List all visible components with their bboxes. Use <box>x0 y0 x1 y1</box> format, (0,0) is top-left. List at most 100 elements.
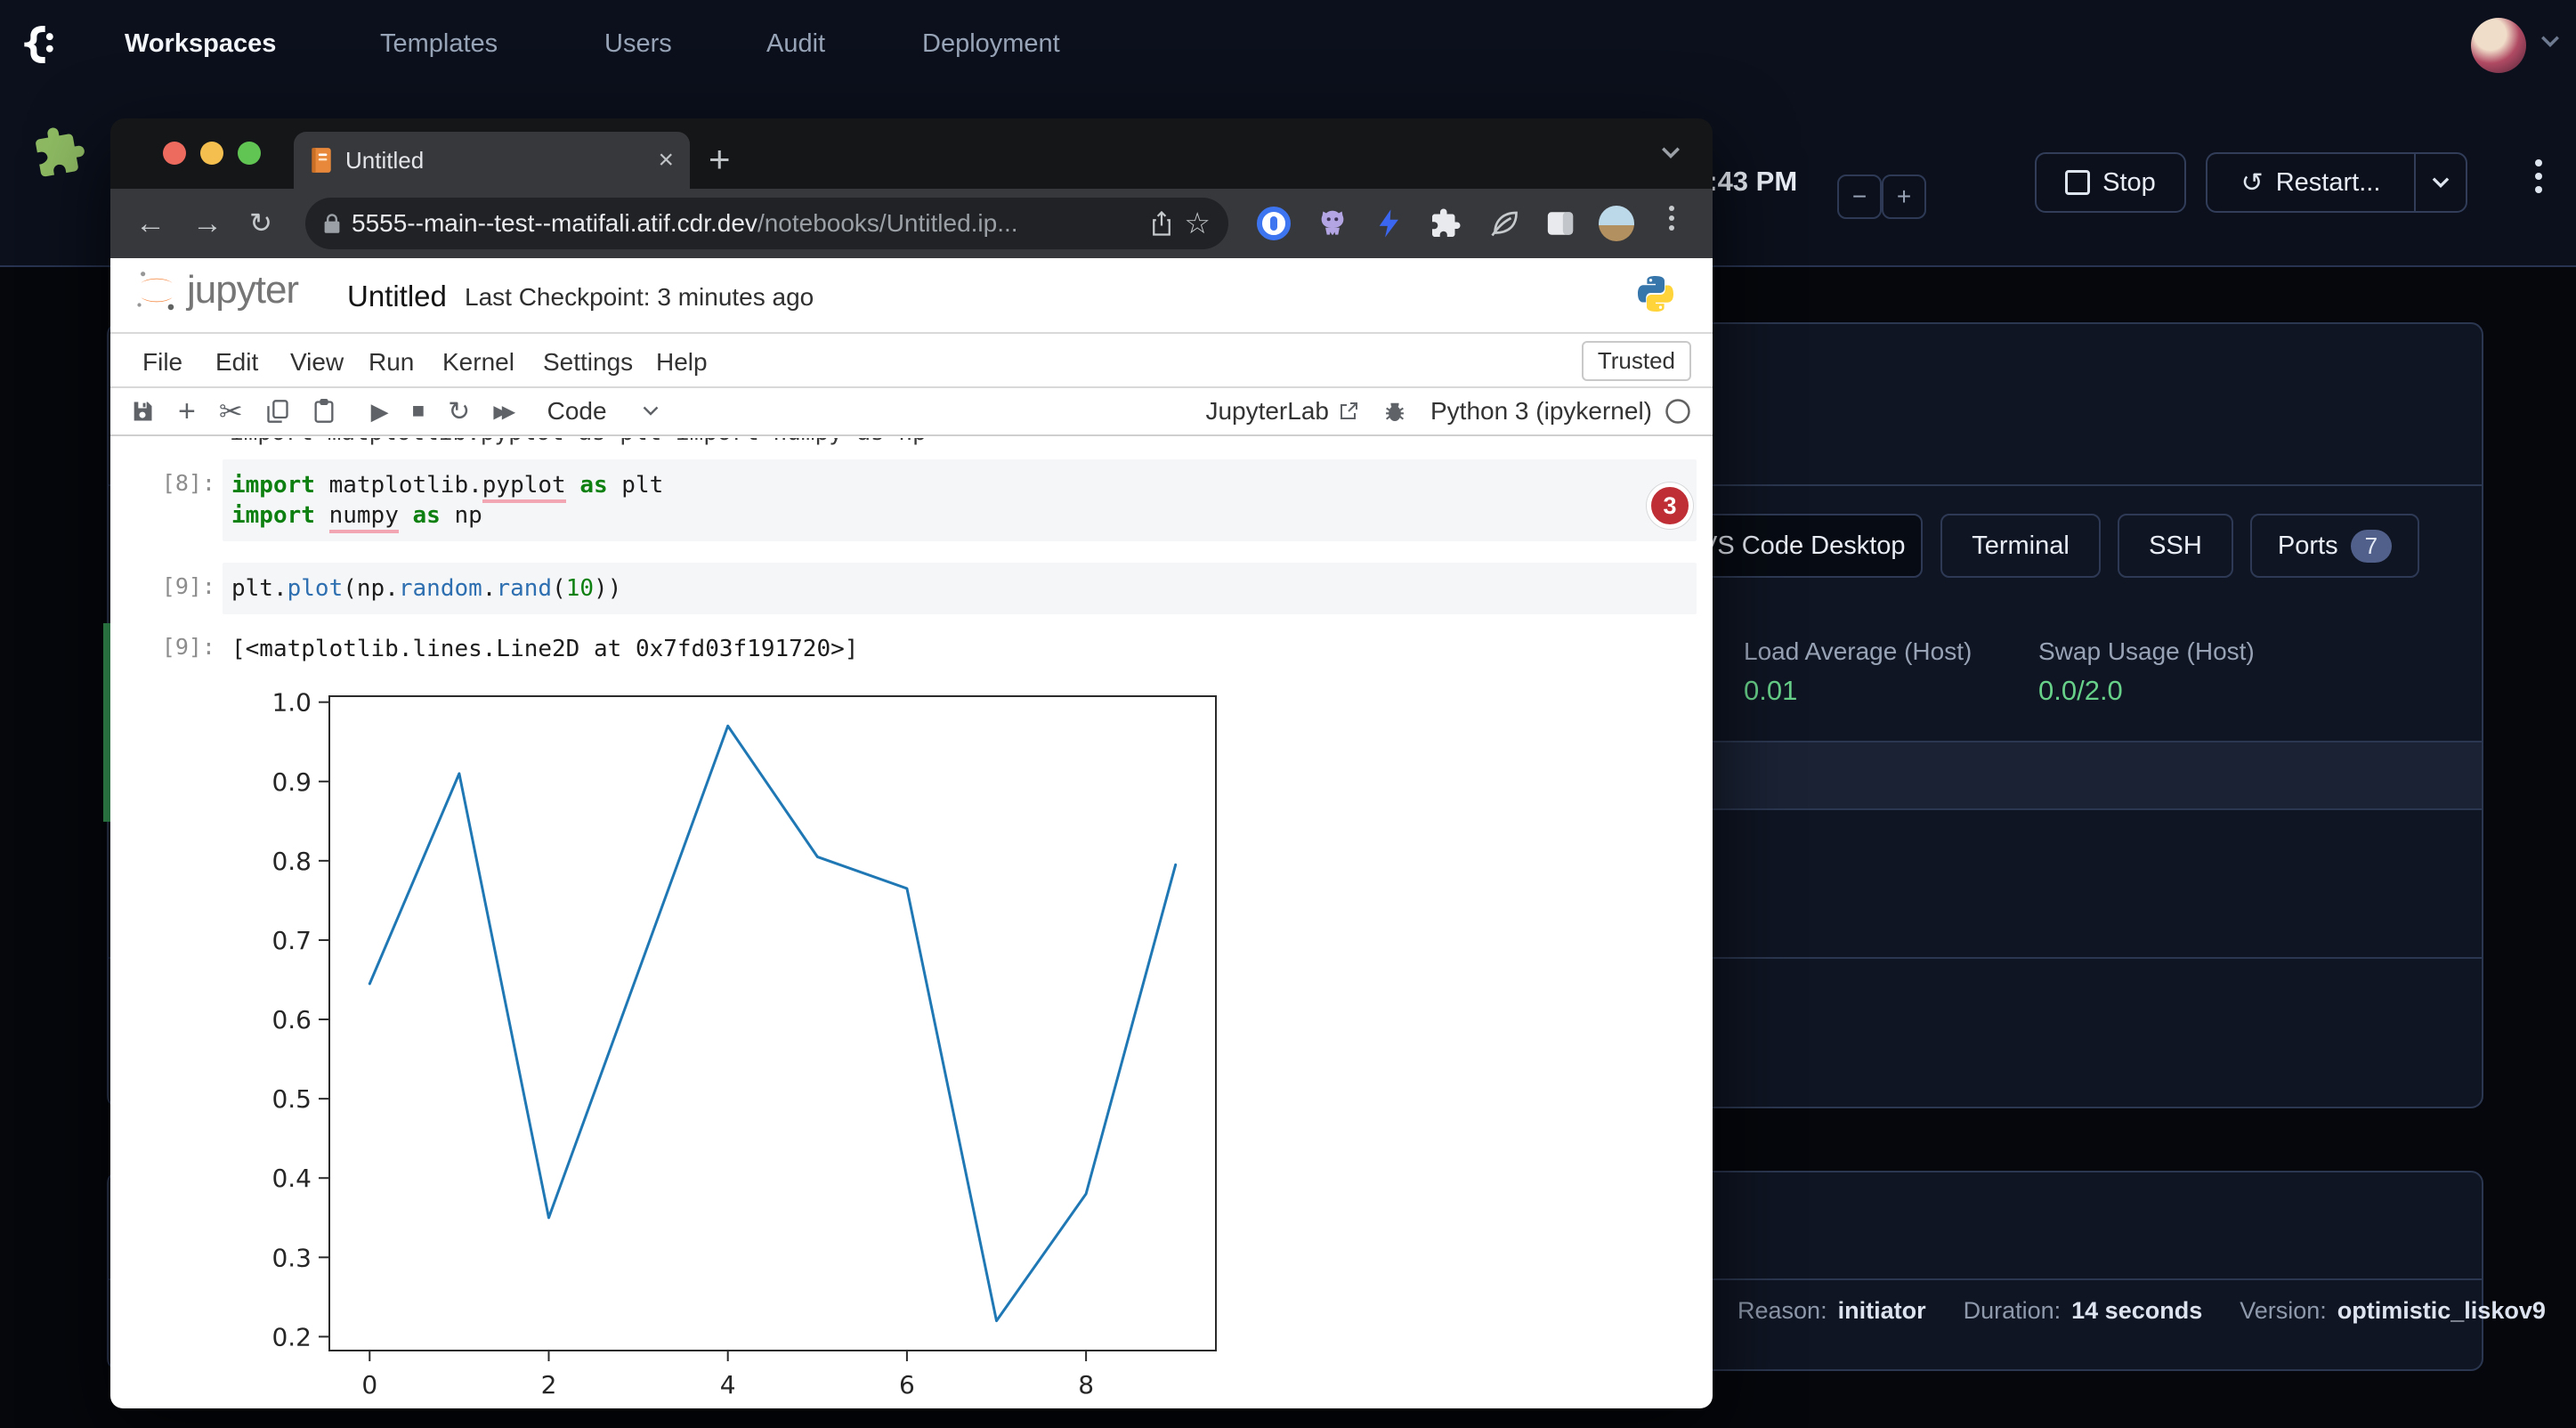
workspace-menu-kebab[interactable] <box>2530 153 2548 199</box>
browser-titlebar[interactable]: Untitled × + <box>110 118 1713 189</box>
cell-type-value: Code <box>547 397 607 426</box>
svg-text:0.4: 0.4 <box>271 1164 312 1193</box>
maximize-window-button[interactable] <box>238 142 261 165</box>
nav-item-workspaces[interactable]: Workspaces <box>125 29 276 59</box>
share-icon[interactable] <box>1150 210 1173 237</box>
jupyter-logo[interactable]: jupyter <box>134 267 298 313</box>
notebook-title[interactable]: Untitled <box>347 280 447 313</box>
paste-cell-button[interactable] <box>312 399 336 424</box>
menu-kernel[interactable]: Kernel <box>442 348 514 377</box>
stop-button[interactable]: Stop <box>2035 152 2186 213</box>
cell-type-dropdown[interactable]: Code <box>547 397 659 426</box>
version-label: Version: <box>2240 1297 2327 1325</box>
code-editor[interactable]: plt.plot(np.random.rand(10)) <box>223 563 1697 614</box>
jupyter-toolbar: + ✂ ▶ ■ ↻ ▶▶ Code JupyterLab <box>110 388 1713 436</box>
kernel-name: Python 3 (ipykernel) <box>1430 397 1652 426</box>
duration-value: 14 seconds <box>2071 1297 2202 1325</box>
url-host: 5555--main--test--matifali.atif.cdr.dev <box>352 209 757 237</box>
nav-item-users[interactable]: Users <box>604 29 672 59</box>
tab-close-icon[interactable]: × <box>658 145 674 175</box>
reload-button[interactable]: ↻ <box>249 189 272 258</box>
side-panel-extension-icon[interactable] <box>1545 189 1576 258</box>
svg-text:0.8: 0.8 <box>271 847 312 876</box>
kernel-selector[interactable]: Python 3 (ipykernel) <box>1430 397 1691 426</box>
onepassword-extension-icon[interactable] <box>1257 189 1291 258</box>
menu-run[interactable]: Run <box>369 348 414 377</box>
user-avatar[interactable] <box>2471 18 2526 73</box>
jupyterlab-label: JupyterLab <box>1205 397 1329 426</box>
coder-logo-icon[interactable] <box>16 20 66 69</box>
ssh-button[interactable]: SSH <box>2118 514 2233 578</box>
external-link-icon <box>1338 401 1359 422</box>
code-cell-row: [9]:plt.plot(np.random.rand(10)) <box>110 563 1697 614</box>
ports-button[interactable]: Ports 7 <box>2250 514 2419 578</box>
cell-prompt: [9]: <box>110 563 223 614</box>
notebook-checkpoint: Last Checkpoint: 3 minutes ago <box>465 283 814 312</box>
browser-tab[interactable]: Untitled × <box>294 132 690 189</box>
run-cell-button[interactable]: ▶ <box>371 398 389 426</box>
ports-label: Ports <box>2278 531 2338 561</box>
code-editor[interactable]: import matplotlib.pyplot as pltimport nu… <box>223 459 1697 541</box>
bolt-extension-icon[interactable] <box>1374 189 1405 258</box>
tab-title: Untitled <box>345 147 424 174</box>
nav-item-audit[interactable]: Audit <box>766 29 825 59</box>
leaf-extension-icon[interactable] <box>1488 189 1520 258</box>
swap-usage-label: Swap Usage (Host) <box>2038 637 2255 666</box>
jupyterlab-link[interactable]: JupyterLab <box>1205 397 1359 426</box>
tab-search-chevron-icon[interactable] <box>1661 147 1681 159</box>
restart-button[interactable]: ↺ Restart... <box>2206 152 2414 213</box>
restart-icon: ↺ <box>2241 167 2264 199</box>
minimize-window-button[interactable] <box>200 142 223 165</box>
browser-menu-kebab[interactable] <box>1663 189 1681 258</box>
jupyter-favicon <box>310 147 333 174</box>
trusted-button[interactable]: Trusted <box>1582 341 1691 381</box>
forward-button[interactable]: → <box>192 189 223 258</box>
kernel-busy-badge[interactable]: 3 <box>1647 483 1693 529</box>
svg-text:2: 2 <box>541 1370 557 1400</box>
save-button[interactable] <box>130 399 155 424</box>
cut-cell-button[interactable]: ✂ <box>219 394 243 428</box>
svg-text:0.7: 0.7 <box>271 926 312 955</box>
zoom-in-button[interactable]: + <box>1882 174 1926 219</box>
restart-run-all-button[interactable]: ▶▶ <box>493 401 509 423</box>
svg-text:1.0: 1.0 <box>271 688 312 718</box>
menu-edit[interactable]: Edit <box>215 348 258 377</box>
load-average-label: Load Average (Host) <box>1744 637 1972 666</box>
nav-item-deployment[interactable]: Deployment <box>922 29 1060 59</box>
browser-profile-avatar[interactable] <box>1599 189 1634 258</box>
svg-text:8: 8 <box>1078 1370 1094 1400</box>
zoom-out-button[interactable]: − <box>1837 174 1882 219</box>
window-controls <box>163 142 261 165</box>
github-octocat-extension-icon[interactable] <box>1316 189 1349 258</box>
chevron-down-icon[interactable] <box>2540 36 2560 48</box>
close-window-button[interactable] <box>163 142 186 165</box>
nav-item-templates[interactable]: Templates <box>380 29 498 59</box>
terminal-button[interactable]: Terminal <box>1940 514 2101 578</box>
menu-help[interactable]: Help <box>656 348 708 377</box>
menu-settings[interactable]: Settings <box>543 348 633 377</box>
copy-cell-button[interactable] <box>266 399 289 424</box>
svg-text:6: 6 <box>899 1370 915 1400</box>
menu-file[interactable]: File <box>142 348 182 377</box>
add-cell-button[interactable]: + <box>178 394 196 429</box>
address-bar[interactable]: 5555--main--test--matifali.atif.cdr.dev/… <box>305 198 1228 249</box>
kernel-status-icon <box>1665 398 1691 425</box>
cell-prompt: [8]: <box>110 459 223 541</box>
browser-toolbar: ← → ↻ 5555--main--test--matifali.atif.cd… <box>110 189 1713 258</box>
extensions-puzzle-icon[interactable] <box>1430 189 1462 258</box>
reason-value: initiator <box>1838 1297 1926 1325</box>
menu-view[interactable]: View <box>290 348 344 377</box>
interrupt-kernel-button[interactable]: ■ <box>412 399 425 424</box>
restart-kernel-button[interactable]: ↻ <box>448 396 470 427</box>
duration-label: Duration: <box>1964 1297 2062 1325</box>
url-path: /notebooks/Untitled.ip... <box>757 209 1018 237</box>
lock-icon <box>323 213 341 234</box>
restart-options-button[interactable] <box>2414 152 2467 213</box>
new-tab-button[interactable]: + <box>709 138 731 181</box>
swap-usage-value: 0.0/2.0 <box>2038 675 2123 707</box>
back-button[interactable]: ← <box>135 189 166 258</box>
version-value: optimistic_liskov9 <box>2337 1297 2546 1325</box>
load-average-value: 0.01 <box>1744 675 1797 707</box>
debugger-bug-icon[interactable] <box>1382 399 1407 424</box>
jupyter-menubar: File Edit View Run Kernel Settings Help … <box>110 334 1713 388</box>
